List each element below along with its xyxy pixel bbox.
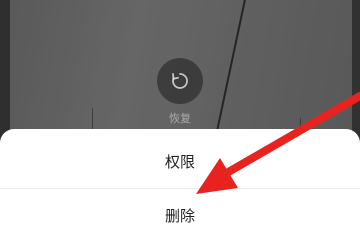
- screen: 恢复 权限 删除: [0, 0, 360, 240]
- red-arrow-annotation: [196, 92, 360, 194]
